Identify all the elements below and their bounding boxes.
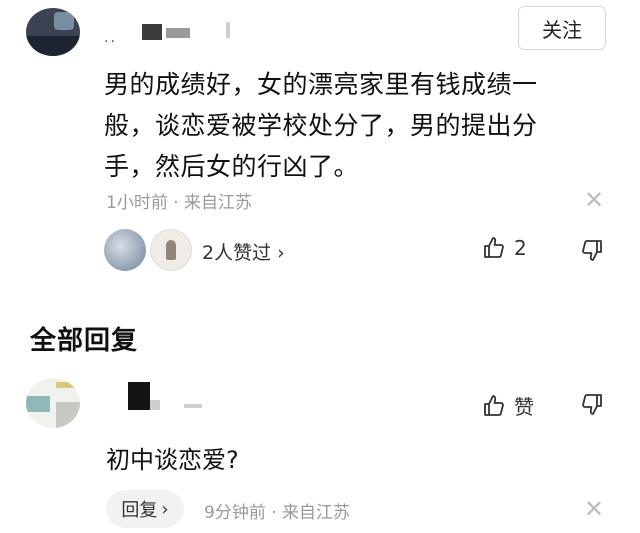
reply-time: 9分钟前: [204, 503, 266, 523]
replier-avatar[interactable]: [26, 378, 80, 428]
redaction-block: [226, 22, 230, 38]
reply-button[interactable]: 回复 ›: [106, 490, 184, 528]
reply-like-label: 赞: [514, 395, 534, 419]
reply-button-label: 回复: [121, 500, 158, 521]
comment-location: 来自江苏: [184, 193, 253, 213]
reply-location: 来自江苏: [282, 503, 351, 523]
thumbs-down-icon[interactable]: [580, 392, 604, 416]
avatar-image-detail: [56, 382, 80, 388]
likers-link[interactable]: 2人赞过 ›: [202, 238, 285, 265]
avatar-image-detail: [166, 240, 176, 260]
thumbs-down-icon[interactable]: [580, 238, 604, 262]
comment-text: 男的成绩好，女的漂亮家里有钱成绩一般，谈恋爱被学校处分了，男的提出分手，然后女的…: [104, 70, 538, 181]
replier-name-redacted[interactable]: [128, 382, 228, 412]
commenter-name-redacted[interactable]: ..: [104, 18, 254, 46]
chevron-right-icon: ›: [161, 498, 169, 520]
liker-avatar[interactable]: [150, 229, 192, 271]
thumbs-up-icon: [484, 394, 504, 416]
likers-count-label: 2人赞过: [202, 242, 272, 264]
redaction-block: [142, 24, 162, 40]
all-replies-heading: 全部回复: [30, 326, 139, 356]
liker-avatar[interactable]: [104, 229, 146, 271]
comment-time: 1小时前: [106, 193, 168, 213]
comment-meta: 1小时前 · 来自江苏: [106, 188, 252, 213]
like-count: 2: [514, 236, 527, 260]
reply-text: 初中谈恋爱?: [106, 446, 239, 474]
chevron-right-icon: ›: [277, 242, 285, 264]
close-icon[interactable]: ✕: [584, 497, 604, 521]
redaction-block: [150, 400, 160, 410]
redaction-block: [184, 404, 202, 408]
like-button[interactable]: 2: [482, 236, 527, 260]
avatar-image-detail: [54, 12, 74, 30]
reply-like-button[interactable]: 赞: [482, 391, 534, 420]
reply-meta: 9分钟前 · 来自江苏: [204, 498, 350, 523]
avatar-image-detail: [26, 36, 80, 56]
redaction-block: [166, 28, 190, 38]
thumbs-up-icon: [484, 237, 504, 258]
dot-separator: ·: [271, 503, 277, 523]
follow-button[interactable]: 关注: [518, 6, 606, 50]
avatar-image-detail: [56, 402, 80, 428]
avatar-image-detail: [26, 396, 50, 412]
close-icon[interactable]: ✕: [584, 188, 604, 212]
redaction-block: [128, 382, 150, 410]
commenter-name: ..: [104, 30, 117, 46]
dot-separator: ·: [173, 193, 179, 213]
commenter-avatar[interactable]: [26, 8, 80, 56]
